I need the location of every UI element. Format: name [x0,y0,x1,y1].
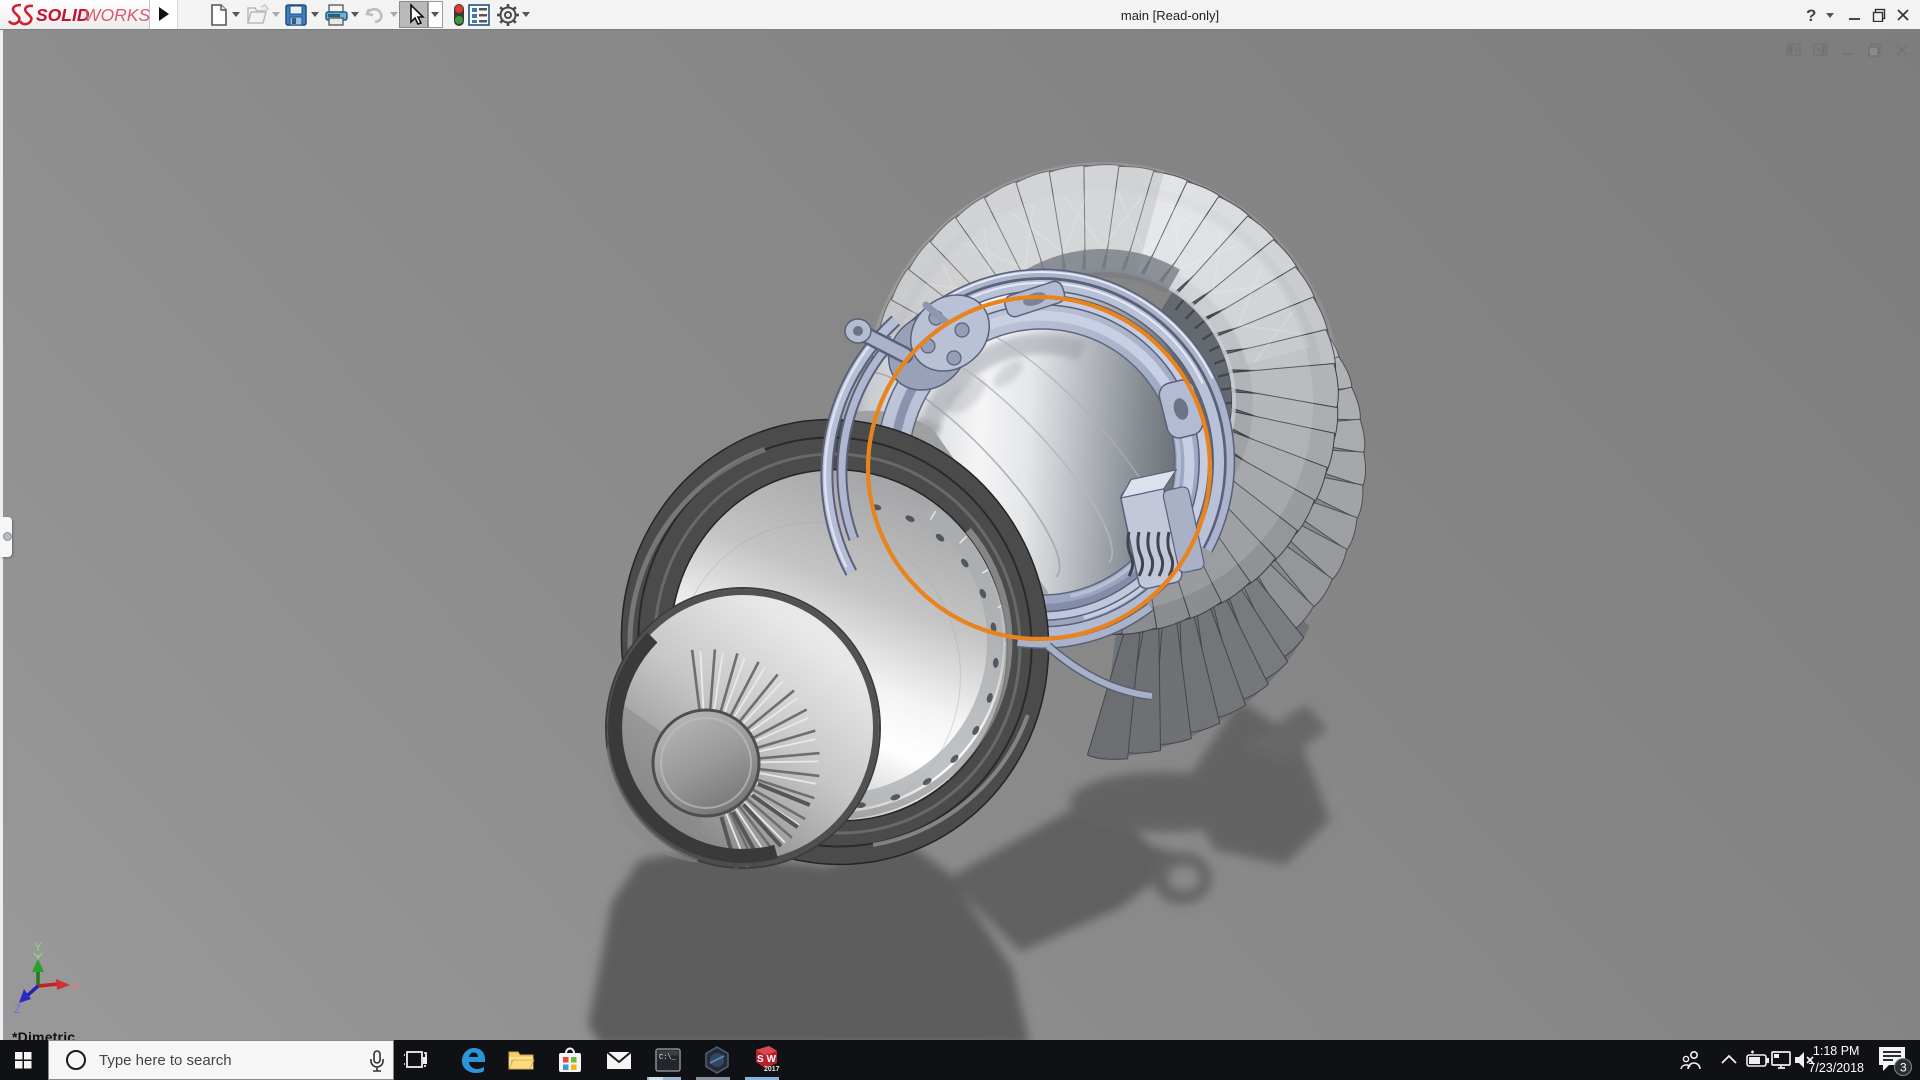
svg-text:S W: S W [757,1054,776,1065]
svg-text:Z: Z [14,1002,21,1016]
svg-text:Y: Y [34,940,42,954]
svg-text:X: X [72,980,80,994]
svg-text:WORKS: WORKS [84,5,150,25]
svg-text:SOLID: SOLID [36,5,90,25]
svg-text:2017: 2017 [764,1066,780,1073]
svg-text:3: 3 [1900,1061,1907,1075]
svg-text:C:\_: C:\_ [659,1054,677,1062]
